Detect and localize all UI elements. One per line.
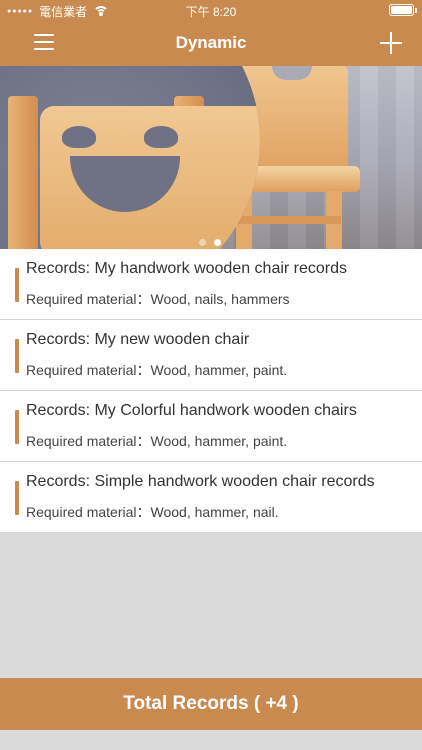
record-title: Records: My new wooden chair (26, 331, 250, 348)
chair-post-left (8, 96, 38, 249)
accent-bar (15, 481, 19, 515)
page-dot-1[interactable] (199, 239, 206, 246)
battery-icon (389, 4, 417, 16)
page-title: Dynamic (175, 33, 247, 52)
record-material: Required material：Wood, hammer, paint. (26, 433, 288, 449)
image-carousel[interactable] (0, 66, 422, 249)
record-title: Records: My Colorful handwork wooden cha… (26, 402, 357, 419)
smiley-eye-left (62, 126, 96, 148)
accent-bar (15, 410, 19, 444)
list-item[interactable]: Records: My Colorful handwork wooden cha… (0, 391, 422, 462)
records-list: Records: My handwork wooden chair record… (0, 249, 422, 533)
status-bar: ●●●●● 電信業者 下午 8:20 (0, 0, 422, 20)
smiley-eye-right (144, 126, 178, 148)
record-material: Required material：Wood, hammer, paint. (26, 362, 288, 378)
accent-bar (15, 339, 19, 373)
page-dot-2[interactable] (214, 239, 221, 246)
list-item[interactable]: Records: My new wooden chair Required ma… (0, 320, 422, 391)
record-material: Required material：Wood, hammer, nail. (26, 504, 279, 520)
smiley-chair-closeup-image (0, 66, 260, 249)
plus-icon[interactable] (380, 32, 402, 54)
total-records-button[interactable]: Total Records ( +4 ) (0, 678, 422, 730)
record-title: Records: Simple handwork wooden chair re… (26, 473, 375, 490)
app-header: ●●●●● 電信業者 下午 8:20 Dynamic (0, 0, 422, 66)
status-time: 下午 8:20 (185, 5, 237, 19)
carousel-page-indicator[interactable] (199, 239, 221, 246)
navigation-bar: Dynamic (0, 20, 422, 66)
list-item[interactable]: Records: Simple handwork wooden chair re… (0, 462, 422, 533)
accent-bar (15, 268, 19, 302)
record-title: Records: My handwork wooden chair record… (26, 260, 348, 277)
record-material: Required material：Wood, nails, hammers (26, 291, 290, 307)
list-item[interactable]: Records: My handwork wooden chair record… (0, 249, 422, 320)
